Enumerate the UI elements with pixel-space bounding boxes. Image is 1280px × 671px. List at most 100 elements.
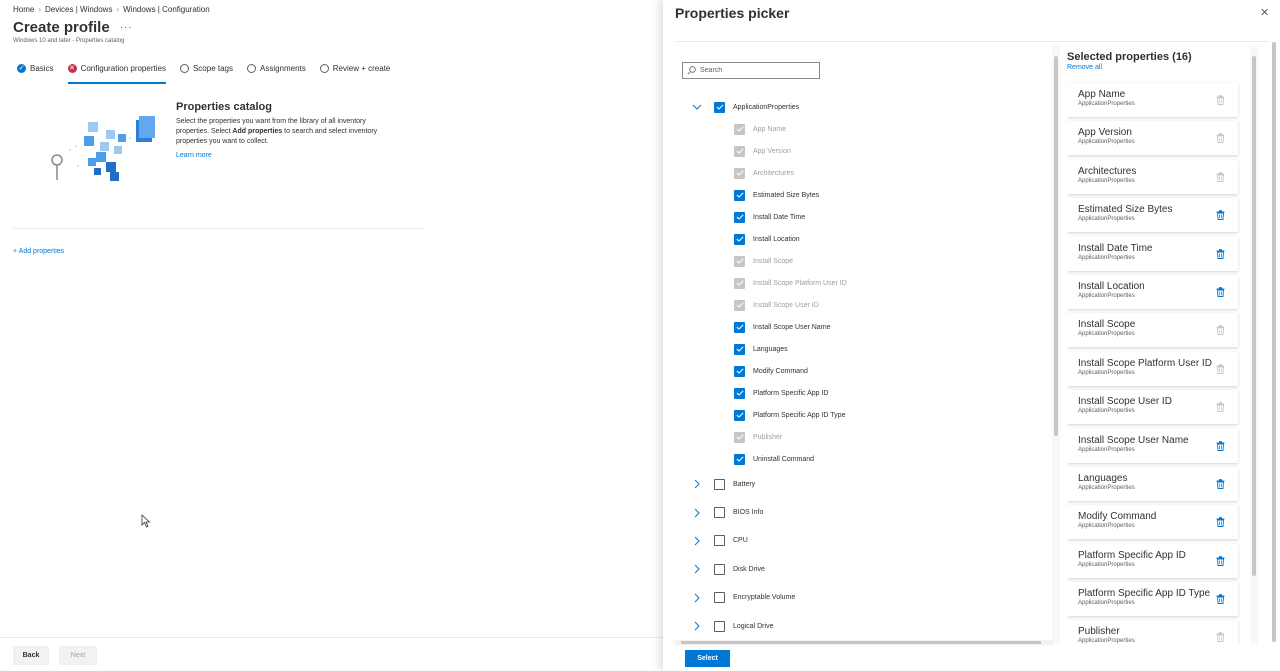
- tree-child-item[interactable]: Platform Specific App ID Type: [675, 404, 1055, 426]
- learn-more-link[interactable]: Learn more: [176, 152, 212, 159]
- create-profile-page: Home › Devices | Windows › Windows | Con…: [0, 0, 663, 671]
- selected-property-category: ApplicationProperties: [1078, 331, 1135, 338]
- delete-icon[interactable]: [1216, 517, 1225, 528]
- tree-child-item: Architectures: [675, 162, 1055, 184]
- chevron-right-icon[interactable]: [691, 592, 703, 604]
- tree-node-collapsed[interactable]: CPU: [675, 527, 1055, 555]
- tree-child-label: Install Scope User ID: [753, 301, 819, 309]
- checkbox[interactable]: [734, 387, 745, 399]
- tree-node-label: Battery: [733, 480, 756, 488]
- tree-child-item[interactable]: Estimated Size Bytes: [675, 184, 1055, 206]
- chevron-right-icon: ›: [38, 5, 42, 14]
- tree-child-item[interactable]: Install Location: [675, 228, 1055, 250]
- checkbox[interactable]: [714, 535, 725, 547]
- chevron-right-icon[interactable]: [691, 507, 703, 519]
- scrollbar-thumb[interactable]: [1252, 56, 1256, 576]
- tree-node-application-properties[interactable]: ApplicationProperties: [675, 96, 1055, 118]
- checkbox[interactable]: [714, 620, 725, 632]
- step-configuration-properties[interactable]: ✕ Configuration properties: [67, 61, 167, 84]
- checkbox[interactable]: [734, 453, 745, 465]
- tree-node-collapsed[interactable]: Battery: [675, 470, 1055, 498]
- checkbox[interactable]: [734, 189, 745, 201]
- select-button[interactable]: Select: [685, 650, 730, 667]
- selected-property-card: Platform Specific App ID Type Application…: [1067, 582, 1238, 617]
- tree-node-collapsed[interactable]: Disk Drive: [675, 555, 1055, 583]
- step-basics[interactable]: ✓ Basics: [17, 61, 54, 75]
- selected-vertical-scrollbar[interactable]: [1250, 46, 1258, 644]
- checkbox[interactable]: [734, 365, 745, 377]
- delete-icon[interactable]: [1216, 440, 1225, 451]
- checkbox[interactable]: [734, 211, 745, 223]
- delete-icon[interactable]: [1216, 479, 1225, 489]
- step-scope-tags[interactable]: Scope tags: [179, 61, 233, 75]
- selected-property-name: App Version: [1078, 127, 1132, 139]
- delete-icon[interactable]: [1216, 248, 1225, 259]
- chevron-down-icon[interactable]: [691, 101, 703, 113]
- tree-child-item[interactable]: Uninstall Command: [675, 448, 1055, 470]
- tree-child-item[interactable]: Languages: [675, 338, 1055, 360]
- tree-node-label: CPU: [733, 537, 748, 545]
- scrollbar-thumb[interactable]: [681, 641, 1041, 644]
- delete-icon[interactable]: [1216, 555, 1225, 566]
- tree-child-item[interactable]: Install Scope User Name: [675, 316, 1055, 338]
- empty-circle-icon: [319, 63, 329, 73]
- checkbox[interactable]: [734, 233, 745, 245]
- chevron-right-icon[interactable]: [691, 620, 703, 632]
- breadcrumb-windows-configuration[interactable]: Windows | Configuration: [123, 5, 210, 14]
- tree-child-label: Publisher: [753, 433, 783, 441]
- search-box[interactable]: [682, 62, 820, 79]
- delete-icon[interactable]: [1216, 210, 1225, 221]
- scrollbar-thumb[interactable]: [1054, 56, 1058, 436]
- chevron-right-icon[interactable]: [691, 478, 703, 490]
- delete-icon: [1216, 95, 1225, 105]
- search-input[interactable]: [700, 67, 810, 74]
- checkbox[interactable]: [714, 563, 725, 575]
- tree-children: App Name App Version Architectures Estimate…: [675, 118, 1055, 470]
- breadcrumb-home[interactable]: Home: [13, 5, 34, 14]
- panel-vertical-scrollbar[interactable]: [1270, 32, 1278, 647]
- tree-child-item[interactable]: Install Date Time: [675, 206, 1055, 228]
- step-assignments[interactable]: Assignments: [246, 61, 306, 75]
- tree-horizontal-scrollbar[interactable]: [675, 640, 1053, 645]
- tree-node-label: BIOS Info: [733, 509, 764, 517]
- checkbox[interactable]: [714, 478, 725, 490]
- checkbox[interactable]: [734, 409, 745, 421]
- selected-property-name: Platform Specific App ID: [1078, 549, 1186, 561]
- tree-child-item[interactable]: Modify Command: [675, 360, 1055, 382]
- add-properties-link[interactable]: + Add properties: [13, 248, 64, 255]
- delete-icon[interactable]: [1216, 594, 1225, 605]
- next-button[interactable]: Next: [59, 646, 97, 665]
- selected-property-category: ApplicationProperties: [1078, 101, 1135, 107]
- checkbox[interactable]: [734, 321, 745, 333]
- checkbox[interactable]: [714, 592, 725, 604]
- tree-child-label: Install Date Time: [753, 213, 806, 221]
- more-options-icon[interactable]: ···: [120, 22, 133, 33]
- tree-node-collapsed[interactable]: Logical Drive: [675, 612, 1055, 640]
- remove-all-link[interactable]: Remove all: [1067, 64, 1102, 71]
- checkbox[interactable]: [734, 343, 745, 355]
- tree-node-collapsed[interactable]: Encryptable Volume: [675, 584, 1055, 612]
- tree-collapsed-groups: Battery BIOS Info CPU Disk Drive Encryptable…: [675, 470, 1055, 640]
- tree-node-label: ApplicationProperties: [733, 103, 800, 111]
- chevron-right-icon[interactable]: [691, 563, 703, 575]
- tree-child-label: Install Scope User Name: [753, 323, 831, 331]
- selected-property-card: Install Date Time ApplicationProperties: [1067, 236, 1238, 271]
- chevron-right-icon[interactable]: [691, 535, 703, 547]
- checkbox[interactable]: [714, 101, 725, 113]
- selected-property-card: Install Scope User Name ApplicationProper…: [1067, 428, 1238, 463]
- close-icon[interactable]: ✕: [1260, 6, 1269, 19]
- delete-icon[interactable]: [1216, 287, 1225, 297]
- tree-vertical-scrollbar[interactable]: [1052, 46, 1060, 644]
- catalog-title: Properties catalog: [176, 101, 272, 113]
- tree-child-item[interactable]: Platform Specific App ID: [675, 382, 1055, 404]
- scrollbar-thumb[interactable]: [1272, 42, 1276, 642]
- back-button[interactable]: Back: [13, 646, 49, 665]
- step-review-create[interactable]: Review + create: [319, 61, 390, 75]
- catalog-illustration: [51, 116, 155, 181]
- checkbox[interactable]: [714, 507, 725, 519]
- tree-node-collapsed[interactable]: BIOS Info: [675, 498, 1055, 526]
- selected-properties-list: App Name ApplicationProperties App Version…: [1067, 83, 1238, 644]
- selected-property-name: Publisher: [1078, 626, 1120, 638]
- property-tree-area: ApplicationProperties App Name App Versio…: [675, 46, 1062, 642]
- breadcrumb-devices-windows[interactable]: Devices | Windows: [45, 5, 112, 14]
